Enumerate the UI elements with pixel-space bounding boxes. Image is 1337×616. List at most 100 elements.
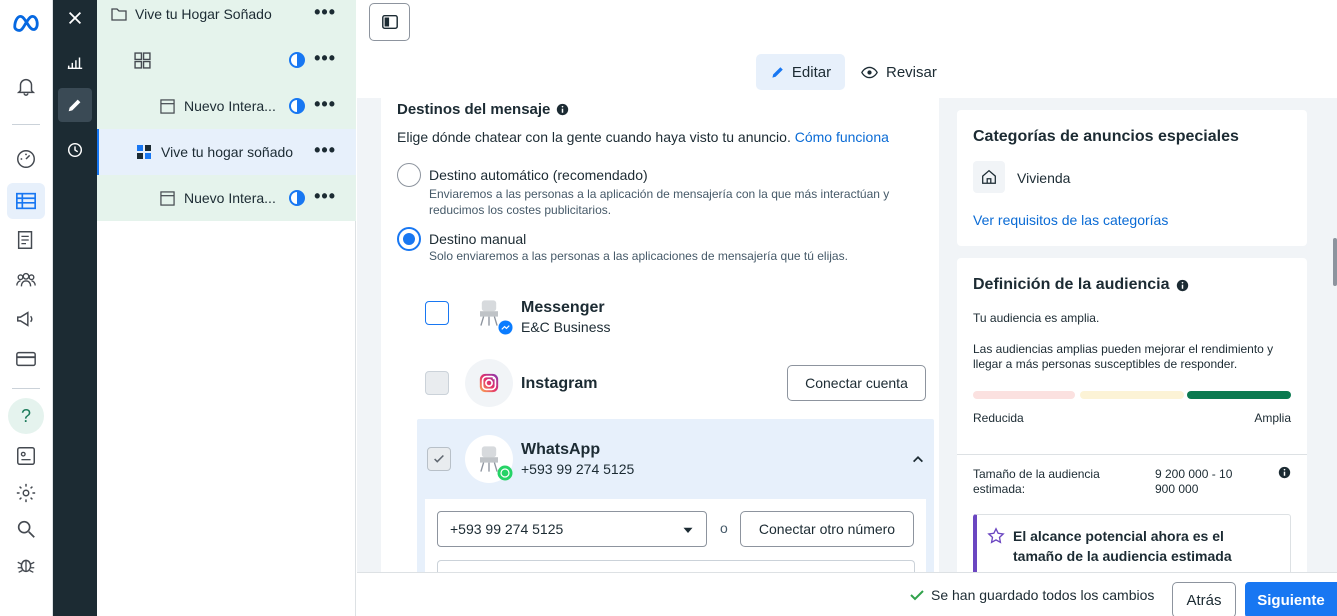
audience-icon[interactable] xyxy=(7,262,45,298)
auto-destination-label: Destino automático (recomendado) xyxy=(429,167,648,183)
next-button[interactable]: Siguiente xyxy=(1245,582,1337,616)
messenger-avatar xyxy=(465,289,513,337)
meta-logo-icon[interactable] xyxy=(7,4,45,40)
more-options-icon[interactable]: ••• xyxy=(314,141,336,159)
tree-row-label: Nuevo Intera... xyxy=(184,98,276,114)
special-categories-card: Categorías de anuncios especiales Vivien… xyxy=(957,110,1307,246)
destinations-title: Destinos del mensaje xyxy=(397,101,551,118)
auto-destination-help: Enviaremos a las personas a la aplicació… xyxy=(429,187,890,217)
ad-icon xyxy=(160,98,175,114)
review-tab-button[interactable]: Revisar xyxy=(861,54,941,90)
instagram-name: Instagram xyxy=(521,375,598,392)
megaphone-icon[interactable] xyxy=(7,301,45,337)
or-label: o xyxy=(720,520,728,536)
info-icon[interactable] xyxy=(1176,279,1189,292)
bug-icon[interactable] xyxy=(7,547,45,583)
catalog-icon[interactable] xyxy=(7,222,45,258)
more-options-icon[interactable]: ••• xyxy=(314,187,336,205)
whatsapp-number-select[interactable]: +593 99 274 5125 xyxy=(437,511,707,547)
special-category-item: Vivienda xyxy=(1017,170,1071,186)
audience-size-value: 9 200 000 - 10 900 000 xyxy=(1155,467,1233,496)
audience-info: Las audiencias amplias pueden mejorar el… xyxy=(973,342,1274,371)
info-icon[interactable] xyxy=(1278,466,1291,479)
reach-notice: El alcance potencial ahora es el tamaño … xyxy=(973,514,1291,572)
messenger-badge-icon xyxy=(498,320,513,335)
panel-toggle-button[interactable] xyxy=(369,3,410,41)
meter-low-label: Reducida xyxy=(973,411,1024,425)
instagram-checkbox[interactable] xyxy=(425,371,449,395)
tree-row-label: Vive tu hogar soñado xyxy=(161,144,294,160)
grid-filled-icon xyxy=(137,145,151,159)
back-button[interactable]: Atrás xyxy=(1172,582,1236,616)
chart-icon[interactable] xyxy=(58,45,92,79)
messenger-checkbox[interactable] xyxy=(425,301,449,325)
audience-size-label: Tamaño de la audiencia estimada: xyxy=(973,467,1100,496)
ad-icon xyxy=(160,190,175,206)
status-half-icon xyxy=(289,190,305,206)
more-options-icon[interactable]: ••• xyxy=(314,3,336,21)
manual-destination-help: Solo enviaremos a las personas a las apl… xyxy=(429,249,848,263)
home-icon xyxy=(973,161,1005,193)
tree-adset-row[interactable]: ••• xyxy=(97,37,356,83)
global-nav-rail: ? xyxy=(0,0,53,616)
audience-title: Definición de la audiencia xyxy=(973,276,1170,293)
eye-icon xyxy=(861,66,878,78)
edit-label: Editar xyxy=(791,63,832,81)
destinations-description-row: Elige dónde chatear con la gente cuando … xyxy=(397,129,889,145)
table-icon[interactable] xyxy=(7,183,45,219)
footer-bar: Se han guardado todos los cambios Atrás … xyxy=(357,572,1337,616)
folder-icon xyxy=(111,8,127,21)
tree-adset-selected-row[interactable]: Vive tu hogar soñado ••• xyxy=(97,129,356,175)
destinations-description: Elige dónde chatear con la gente cuando … xyxy=(397,129,791,145)
edit-tab-button[interactable]: Editar xyxy=(756,54,845,90)
page-icon[interactable] xyxy=(7,438,45,474)
connect-account-button[interactable]: Conectar cuenta xyxy=(787,365,926,401)
editor-tool-column xyxy=(53,0,97,616)
info-icon[interactable] xyxy=(556,103,569,116)
instagram-icon xyxy=(479,373,499,393)
meter-high-label: Amplia xyxy=(1254,411,1291,425)
status-half-icon xyxy=(289,52,305,68)
grid-icon xyxy=(134,51,151,69)
tree-campaign-row[interactable]: Vive tu Hogar Soñado ••• xyxy=(97,0,356,37)
manual-destination-label: Destino manual xyxy=(429,231,527,247)
message-destinations-card: Destinos del mensaje Elige dónde chatear… xyxy=(381,98,941,572)
sidebar-toggle-icon xyxy=(381,14,398,30)
billing-card-icon[interactable] xyxy=(7,341,45,377)
more-options-icon[interactable]: ••• xyxy=(314,49,336,67)
how-it-works-link[interactable]: Cómo funciona xyxy=(795,129,889,145)
scrollbar[interactable] xyxy=(1331,98,1337,572)
check-icon xyxy=(910,590,924,601)
close-icon[interactable] xyxy=(58,1,92,35)
save-status: Se han guardado todos los cambios xyxy=(909,587,1154,603)
auto-destination-radio[interactable] xyxy=(397,163,421,187)
whatsapp-number-panel: +593 99 274 5125 o Conectar otro número xyxy=(425,499,926,572)
audience-meter xyxy=(973,391,1291,399)
settings-icon[interactable] xyxy=(7,475,45,511)
pencil-icon[interactable] xyxy=(58,88,92,122)
whatsapp-name: WhatsApp xyxy=(521,441,601,458)
messenger-account: E&C Business xyxy=(521,319,611,335)
history-icon[interactable] xyxy=(58,133,92,167)
whatsapp-checkbox[interactable] xyxy=(427,447,451,471)
check-icon xyxy=(434,454,444,463)
connect-other-number-button[interactable]: Conectar otro número xyxy=(740,511,914,547)
help-icon[interactable]: ? xyxy=(7,398,45,434)
more-options-icon[interactable]: ••• xyxy=(314,95,336,113)
pencil-icon xyxy=(772,67,783,78)
audience-status: Tu audiencia es amplia. xyxy=(973,311,1100,325)
category-requirements-link[interactable]: Ver requisitos de las categorías xyxy=(973,212,1168,228)
star-icon xyxy=(987,527,1005,544)
campaign-tree: Vive tu Hogar Soñado ••• ••• Nuevo Inter… xyxy=(97,0,356,616)
tree-ad-row[interactable]: Nuevo Intera... ••• xyxy=(97,83,356,129)
tree-ad-row[interactable]: Nuevo Intera... ••• xyxy=(97,175,356,221)
chevron-up-icon[interactable] xyxy=(911,452,925,466)
audience-definition-card: Definición de la audiencia Tu audiencia … xyxy=(957,258,1307,572)
special-categories-title: Categorías de anuncios especiales xyxy=(973,128,1239,145)
whatsapp-section: WhatsApp +593 99 274 5125 +593 99 274 51… xyxy=(417,419,934,572)
search-icon[interactable] xyxy=(7,511,45,547)
gauge-icon[interactable] xyxy=(7,141,45,177)
manual-destination-radio[interactable] xyxy=(397,227,421,251)
status-half-icon xyxy=(289,98,305,114)
bell-icon[interactable] xyxy=(7,68,45,104)
